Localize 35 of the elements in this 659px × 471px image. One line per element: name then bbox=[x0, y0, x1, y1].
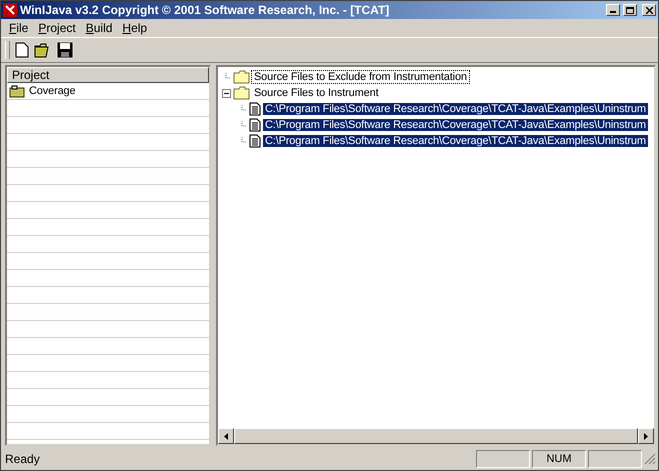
tree-item[interactable]: Source Files to Instrument bbox=[252, 87, 380, 99]
scroll-right-icon[interactable] bbox=[644, 432, 648, 440]
minimize-button[interactable] bbox=[606, 4, 620, 16]
maximize-button[interactable] bbox=[623, 4, 637, 16]
status-message: Ready bbox=[5, 452, 41, 466]
maximize-icon bbox=[626, 6, 634, 14]
menu-item[interactable]: Help bbox=[117, 21, 152, 35]
project-icon bbox=[9, 84, 25, 98]
document-icon bbox=[249, 118, 261, 132]
new-file-icon[interactable] bbox=[15, 42, 29, 58]
status-panel bbox=[476, 450, 530, 468]
status-indicator: NUM bbox=[532, 450, 586, 468]
collapse-icon[interactable] bbox=[222, 88, 231, 98]
menu-item[interactable]: Project bbox=[33, 21, 81, 35]
column-header[interactable]: Project bbox=[7, 67, 209, 83]
window-title: WinIJava v3.2 Copyright © 2001 Software Research, Inc. - [TCAT] bbox=[20, 3, 390, 17]
close-button[interactable] bbox=[642, 4, 656, 16]
scroll-left-icon[interactable] bbox=[224, 432, 228, 440]
menu-item[interactable]: File bbox=[4, 21, 34, 35]
close-icon bbox=[646, 6, 652, 14]
resize-grip-icon bbox=[644, 453, 656, 465]
status-panel bbox=[588, 450, 642, 468]
save-icon[interactable] bbox=[57, 42, 73, 58]
tree-item[interactable]: C:\Program Files\Software Research\Coverage\TCAT-Java\Examples\Uninstrum bbox=[263, 119, 648, 131]
horizontal-scrollbar[interactable] bbox=[218, 428, 654, 444]
document-icon bbox=[249, 102, 261, 116]
document-icon bbox=[249, 134, 261, 148]
folder-icon bbox=[233, 86, 250, 100]
app-icon bbox=[3, 3, 17, 17]
tree-item[interactable]: Source Files to Exclude from Instrumentation bbox=[252, 71, 469, 83]
menu-item[interactable]: Build bbox=[80, 21, 118, 35]
tree-item[interactable]: C:\Program Files\Software Research\Coverage\TCAT-Java\Examples\Uninstrum bbox=[263, 135, 648, 147]
folder-icon bbox=[233, 70, 250, 84]
tree-item[interactable]: C:\Program Files\Software Research\Coverage\TCAT-Java\Examples\Uninstrum bbox=[263, 103, 648, 115]
project-item[interactable]: Coverage bbox=[27, 85, 78, 97]
